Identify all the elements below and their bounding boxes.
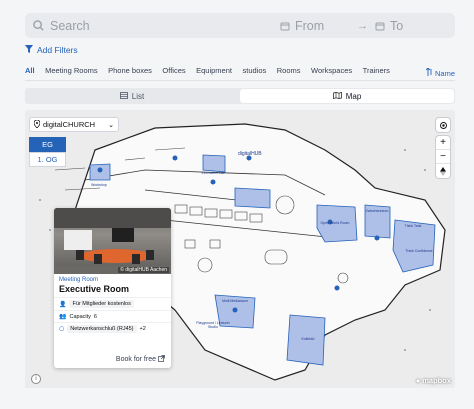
chevron-down-icon: ⌄ (108, 121, 114, 129)
locate-control (436, 118, 450, 132)
view-toggle: List Map (25, 88, 455, 104)
room-label-think-confidence: Think Confidence (405, 249, 433, 253)
book-label: Book for free (115, 356, 156, 363)
room-label-think-tank: Think Tank (404, 224, 422, 228)
map-label: Map (345, 91, 362, 101)
tab-workspaces[interactable]: Workspaces (311, 66, 352, 75)
photo-credit: © digitalHUB Aachen (118, 267, 169, 273)
room-label-zwischenraum: Zwischenraum (365, 209, 389, 213)
room-label-open-world: Open World Room (320, 221, 350, 225)
book-button[interactable]: Book for free (116, 355, 165, 364)
from-date-input[interactable]: From (295, 19, 324, 33)
room-label-kollektiv: Kollektiv (301, 337, 315, 341)
app: Search From → To Add Filters All Meeting… (0, 0, 474, 409)
zoom-out-button[interactable]: − (436, 150, 450, 164)
filter-icon (25, 45, 33, 55)
search-input[interactable]: Search (50, 19, 90, 33)
room-label-workshop: Workshop (91, 183, 107, 187)
floor-eg[interactable]: EG (29, 137, 66, 152)
tab-equipment[interactable]: Equipment (196, 66, 232, 75)
from-date-field[interactable]: From (280, 13, 350, 38)
calendar-icon (280, 21, 290, 31)
tab-all[interactable]: All (25, 66, 35, 75)
search-icon (33, 20, 44, 31)
room-type: Meeting Room (59, 277, 99, 283)
feature-label: Netzwerkanschluß (RJ45) (67, 325, 137, 333)
list-label: List (131, 91, 145, 101)
to-date-field[interactable]: To (375, 13, 455, 38)
floor-switcher: EG 1. OG (29, 137, 66, 167)
to-date-input[interactable]: To (390, 19, 403, 33)
zoom-in-button[interactable]: + (436, 136, 450, 150)
location-pin-icon (33, 119, 41, 130)
sort-button[interactable]: Name (425, 67, 455, 78)
feature-free-for-members: 👤 Für Mitglieder kostenlos (54, 297, 171, 310)
external-link-icon (158, 355, 165, 364)
venue-selector[interactable]: digitalCHURCH ⌄ (29, 117, 119, 132)
sort-label: Name (434, 68, 455, 78)
tabs-divider (25, 80, 455, 81)
venue-name: digitalCHURCH (43, 120, 96, 129)
room-photo: © digitalHUB Aachen (54, 208, 171, 274)
category-tabs: All Meeting Rooms Phone boxes Offices Eq… (25, 66, 455, 78)
tab-meeting-rooms[interactable]: Meeting Rooms (45, 66, 98, 75)
room-card[interactable]: © digitalHUB Aachen Meeting Room Executi… (54, 208, 171, 368)
locate-me-icon[interactable] (436, 118, 450, 132)
map-view-button[interactable]: Map (240, 89, 454, 103)
room-label-multi-mediaraum: Multi Mediaraum (222, 299, 248, 303)
search-field[interactable]: Search (25, 13, 280, 38)
arrow-right-icon: → (357, 19, 368, 32)
mapbox-attribution: mapbox (422, 376, 451, 385)
add-filters-button[interactable]: Add Filters (25, 45, 78, 55)
feature-label: Capacity (69, 313, 91, 320)
map-icon (332, 91, 342, 101)
zoom-controls: + − (436, 136, 450, 178)
floor-1-og[interactable]: 1. OG (29, 152, 66, 167)
person-icon: 👤 (59, 301, 67, 308)
building-label: digitalHUB (238, 151, 262, 157)
search-bar[interactable]: Search From → To (25, 13, 455, 38)
add-filters-label: Add Filters (37, 45, 78, 55)
feature-label: Für Mitglieder kostenlos (69, 300, 134, 308)
feature-capacity: 👥 Capacity 6 (54, 310, 171, 322)
tab-rooms[interactable]: Rooms (277, 66, 301, 75)
room-label-playground: Playground / Lecturer Studio (196, 321, 230, 329)
mapbox-logo-icon: ● (415, 376, 421, 385)
compass-icon[interactable] (436, 164, 450, 178)
tab-offices[interactable]: Offices (162, 66, 185, 75)
tab-trainers[interactable]: Trainers (363, 66, 390, 75)
people-icon: 👥 (59, 314, 67, 320)
list-view-button[interactable]: List (25, 88, 239, 104)
room-label-innovation-lab: Innovation Lab (201, 171, 225, 175)
mapbox-logo: ● mapbox (416, 376, 451, 385)
sort-icon (425, 67, 433, 78)
tab-studios[interactable]: studios (242, 66, 266, 75)
network-icon: ⎔ (59, 326, 65, 333)
tab-phone-boxes[interactable]: Phone boxes (108, 66, 152, 75)
floor-plan-map[interactable]: digitalHUB Open World Room Zwischenraum … (25, 110, 455, 388)
room-title: Executive Room (59, 284, 130, 294)
feature-extra-count: +2 (139, 326, 146, 332)
list-icon (119, 91, 128, 101)
capacity-value: 6 (93, 313, 97, 320)
calendar-icon (375, 21, 385, 31)
feature-network: ⎔ Netzwerkanschluß (RJ45) +2 (54, 322, 171, 335)
info-icon[interactable]: i (31, 374, 41, 384)
